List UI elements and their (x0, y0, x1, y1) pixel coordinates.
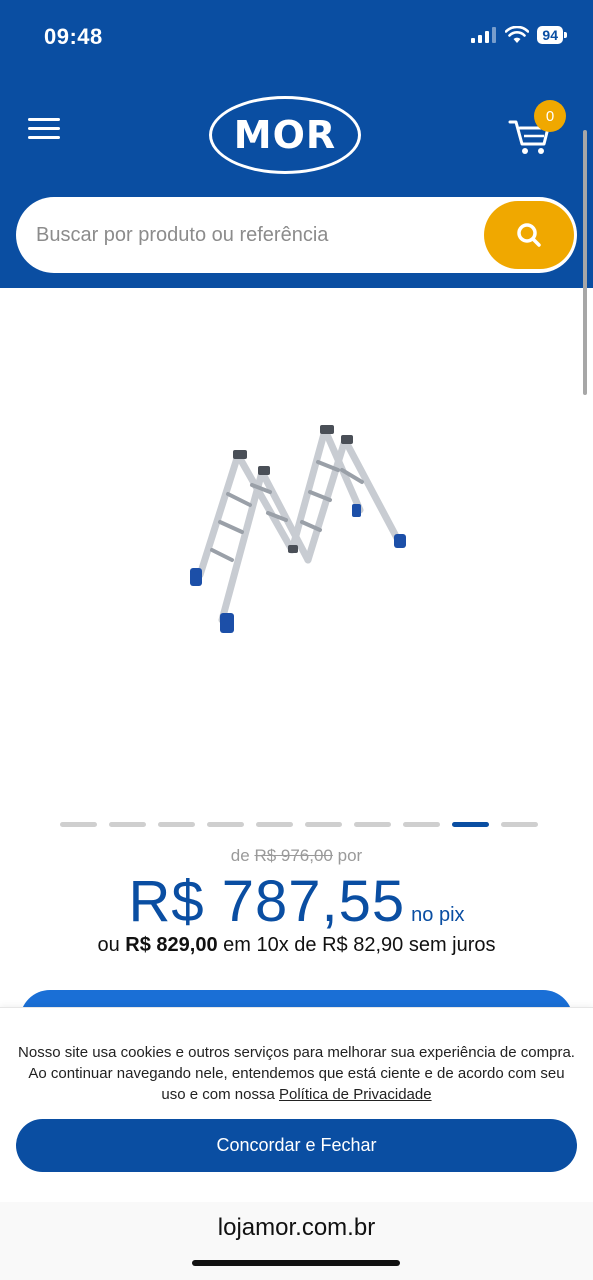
site-header: 09:48 94 MOR 0 Buscar por produto ou ref… (0, 0, 593, 288)
home-indicator[interactable] (192, 1260, 400, 1266)
carousel-dot[interactable] (109, 822, 146, 827)
carousel-dot[interactable] (354, 822, 391, 827)
price-line: R$ 787,55 no pix (0, 868, 593, 935)
hamburger-line-icon (28, 136, 60, 139)
cellular-signal-icon (471, 27, 497, 43)
battery-indicator: 94 (537, 26, 567, 44)
search-input[interactable] (36, 211, 476, 259)
search-bar (16, 197, 577, 273)
cart-count-badge: 0 (534, 100, 566, 132)
old-price-prefix: de (230, 846, 250, 865)
search-button[interactable] (484, 201, 574, 269)
status-time: 09:48 (44, 24, 103, 49)
search-icon (517, 223, 541, 247)
carousel-dots (60, 822, 538, 827)
installments-prefix: ou (97, 934, 120, 956)
carousel-dot[interactable] (256, 822, 293, 827)
page-scrollbar[interactable] (583, 130, 587, 395)
carousel-dot[interactable] (403, 822, 440, 827)
carousel-dot[interactable] (452, 822, 489, 827)
privacy-policy-link[interactable]: Política de Privacidade (279, 1086, 432, 1103)
brand-logo[interactable]: MOR (209, 96, 361, 174)
hamburger-line-icon (28, 118, 60, 121)
cookie-text: Nosso site usa cookies e outros serviços… (18, 1042, 575, 1105)
hamburger-line-icon (28, 127, 60, 130)
menu-button[interactable] (28, 112, 64, 148)
carousel-dot[interactable] (158, 822, 195, 827)
carousel-dot[interactable] (60, 822, 97, 827)
status-icons: 94 (471, 26, 567, 44)
installments-text: ou R$ 829,00 em 10x de R$ 82,90 sem juro… (0, 934, 593, 957)
url-text[interactable]: lojamor.com.br (0, 1214, 593, 1242)
installments-total: R$ 829,00 (125, 934, 218, 956)
old-price-line: de R$ 976,00 por (0, 846, 593, 866)
carousel-dot[interactable] (207, 822, 244, 827)
product-image[interactable] (170, 410, 430, 650)
cookie-banner: Nosso site usa cookies e outros serviços… (0, 1007, 593, 1202)
old-price-suffix: por (337, 846, 363, 865)
installments-detail: em 10x de R$ 82,90 sem juros (223, 934, 496, 956)
carousel-dot[interactable] (501, 822, 538, 827)
agree-and-close-button[interactable]: Concordar e Fechar (16, 1119, 577, 1172)
old-price: R$ 976,00 (254, 846, 333, 865)
pix-price-suffix: no pix (411, 904, 465, 926)
top-nav: MOR (0, 90, 593, 180)
carousel-dot[interactable] (305, 822, 342, 827)
status-bar: 09:48 94 (0, 0, 593, 76)
wifi-icon (505, 26, 530, 43)
pix-price: R$ 787,55 (128, 869, 406, 934)
browser-url-bar: lojamor.com.br (0, 1202, 593, 1280)
